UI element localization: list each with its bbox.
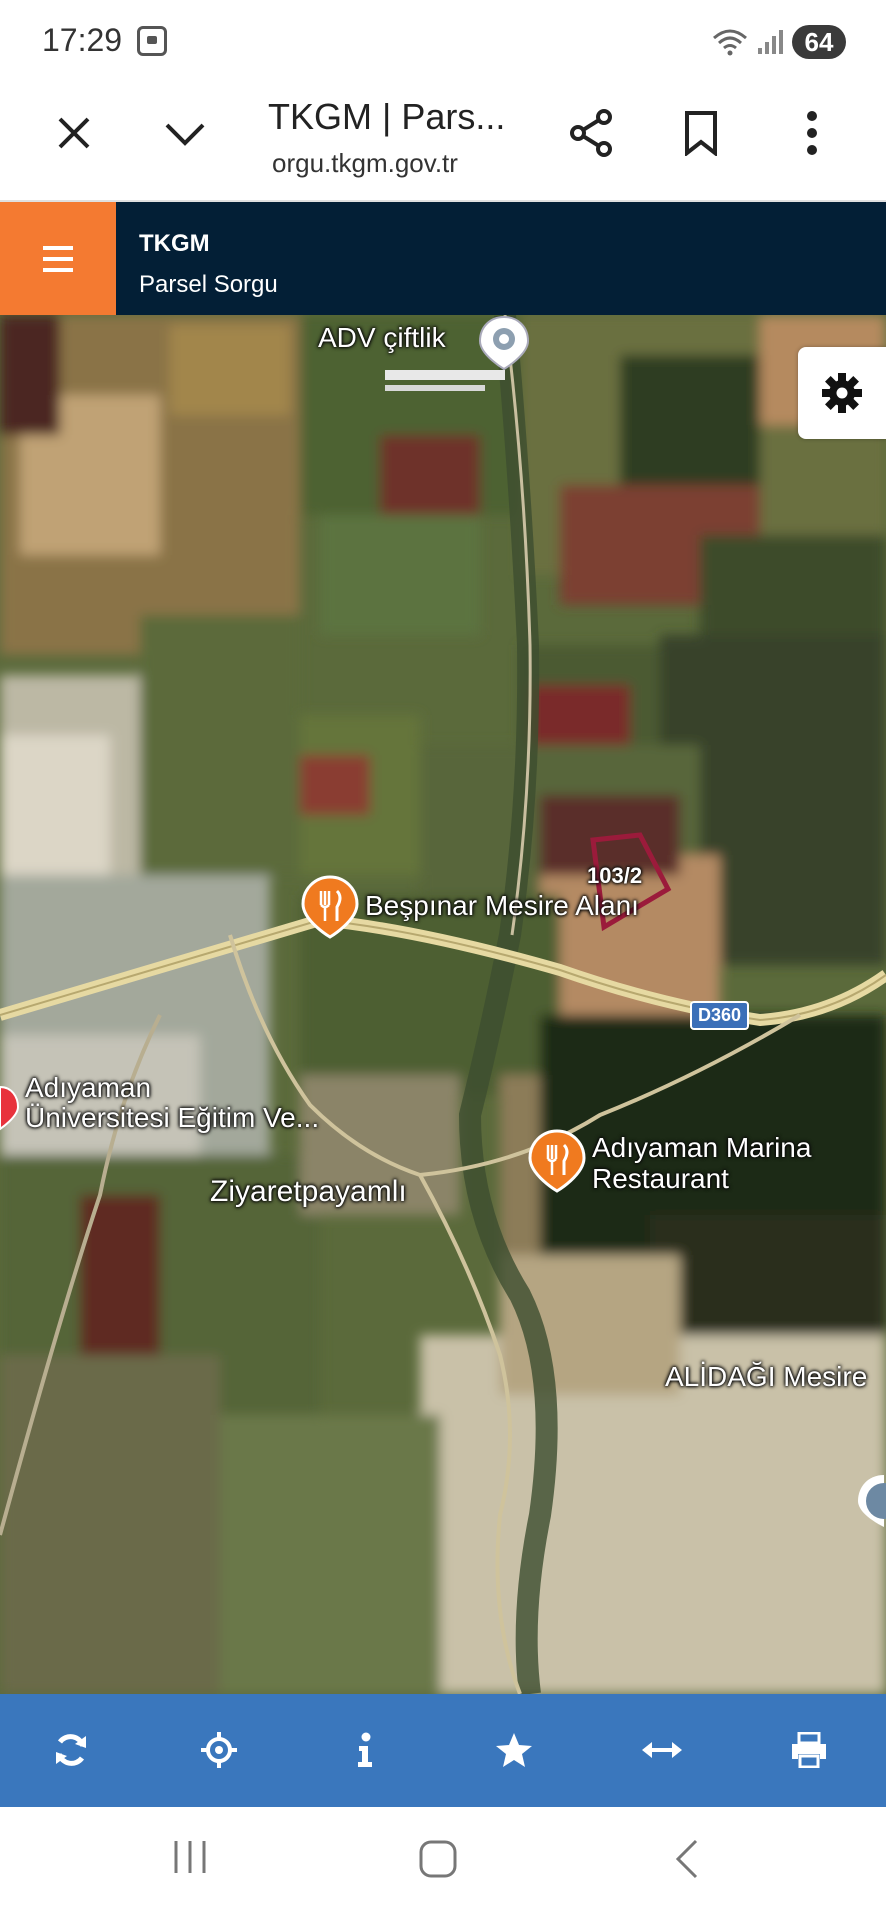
more-vert-icon[interactable] <box>777 98 847 168</box>
browser-toolbar: TKGM | Pars... orgu.tkgm.gov.tr <box>0 82 886 202</box>
home-icon[interactable] <box>418 1839 458 1884</box>
map-label-university-1: Adıyaman <box>25 1072 152 1103</box>
app-brand: TKGM <box>139 230 210 257</box>
restaurant-pin-icon[interactable] <box>528 1129 586 1193</box>
road-shield-d360: D360 <box>690 1001 750 1030</box>
app-header: TKGM Parsel Sorgu <box>0 202 886 315</box>
university-pin-icon[interactable] <box>0 1085 20 1131</box>
page-title[interactable]: TKGM | Pars... <box>268 96 505 138</box>
recent-apps-icon[interactable] <box>170 1837 210 1882</box>
map-imagery <box>0 315 886 1694</box>
battery-icon: 64 <box>792 25 846 59</box>
locate-icon[interactable] <box>189 1720 249 1780</box>
close-icon[interactable] <box>39 98 109 168</box>
map-label-university-2: Üniversitesi Eğitim Ve... <box>25 1102 320 1133</box>
map-label-marina-1: Adıyaman Marina <box>592 1132 812 1163</box>
satellite-map[interactable]: ADV çiftlik 103/2 Beşpınar Mesire Alanı … <box>0 315 886 1694</box>
map-label-marina-2: Restaurant <box>592 1163 729 1194</box>
print-icon[interactable] <box>779 1720 839 1780</box>
info-icon[interactable] <box>335 1720 395 1780</box>
back-icon[interactable] <box>672 1839 702 1884</box>
map-label-alidagi: ALİDAĞI Mesire <box>665 1361 868 1392</box>
place-pin-icon[interactable] <box>478 315 530 371</box>
chevron-down-icon[interactable] <box>150 98 220 168</box>
map-label-adv: ADV çiftlik <box>318 322 446 353</box>
map-settings-button[interactable] <box>798 347 886 439</box>
hamburger-icon[interactable] <box>0 202 116 315</box>
status-time: 17:29 <box>42 22 123 58</box>
system-nav-bar <box>0 1807 886 1920</box>
bookmark-icon[interactable] <box>666 98 736 168</box>
measure-icon[interactable] <box>632 1720 692 1780</box>
gear-icon <box>822 373 862 413</box>
refresh-icon[interactable] <box>41 1720 101 1780</box>
map-label-bespinar: Beşpınar Mesire Alanı <box>365 890 639 921</box>
restaurant-pin-icon[interactable] <box>301 875 359 939</box>
cell-signal-icon <box>758 30 783 54</box>
parcel-label[interactable]: 103/2 <box>587 861 642 891</box>
page-url[interactable]: orgu.tkgm.gov.tr <box>272 148 458 179</box>
status-bar: 17:29 64 <box>0 0 886 82</box>
map-tools-toolbar <box>0 1694 886 1807</box>
attraction-pin-icon[interactable] <box>854 1473 886 1529</box>
share-icon[interactable] <box>556 98 626 168</box>
app-subtitle: Parsel Sorgu <box>139 271 278 298</box>
screenshot-icon <box>137 26 167 56</box>
wifi-icon <box>713 29 747 56</box>
map-label-ziyaretpayamli: Ziyaretpayamlı <box>210 1175 407 1208</box>
star-icon[interactable] <box>484 1720 544 1780</box>
